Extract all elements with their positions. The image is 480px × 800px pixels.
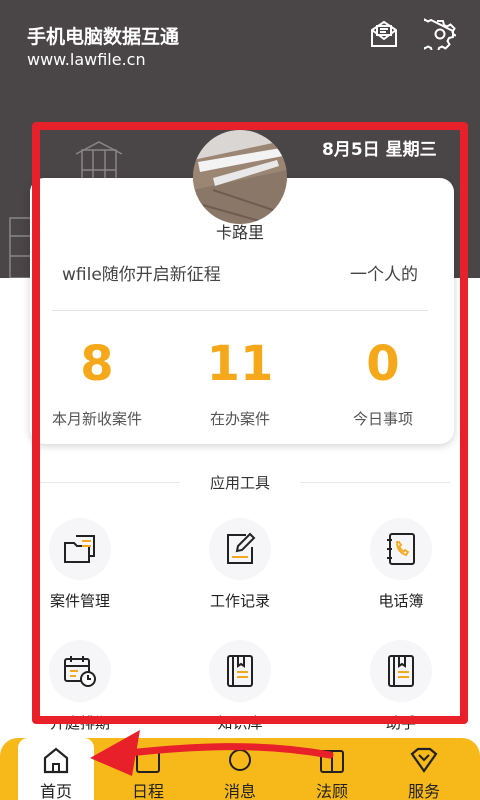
tool-hearing-schedule[interactable]: 开庭排期 — [25, 640, 135, 733]
tools-section-title: 应用工具 — [180, 472, 300, 493]
message-icon — [229, 749, 251, 771]
stat-label: 在办案件 — [209, 410, 270, 428]
tool-icon-circle — [209, 640, 271, 702]
stat-value: 0 — [366, 336, 400, 392]
service-icon — [410, 747, 438, 773]
edit-note-icon — [227, 532, 256, 564]
nav-label: 日程 — [131, 782, 164, 800]
bottom-nav: 首页 日程 消息 法顾 服务 — [0, 738, 480, 800]
header-url: www.lawfile.cn — [27, 50, 146, 69]
stat-today-items[interactable]: 0 今日事项 — [313, 336, 453, 429]
book-icon — [227, 655, 253, 687]
nav-messages[interactable]: 消息 — [202, 738, 278, 800]
stat-label: 本月新收案件 — [51, 410, 142, 428]
divider — [52, 310, 428, 311]
tool-work-log[interactable]: 工作记录 — [185, 518, 295, 611]
tool-label: 电话簿 — [378, 592, 424, 610]
tool-knowledge-base[interactable]: 知识库 — [185, 640, 295, 733]
tool-icon-circle — [49, 518, 111, 580]
marquee-text-2: 一个人的 — [350, 265, 418, 285]
nav-service[interactable]: 服务 — [386, 738, 462, 800]
calendar-clock-icon — [64, 656, 96, 687]
date-label: 8月5日 星期三 — [322, 140, 437, 160]
schedule-icon — [136, 751, 160, 773]
tool-assistant[interactable]: 助手 — [346, 640, 456, 733]
gear-icon[interactable] — [424, 18, 456, 50]
avatar[interactable] — [193, 130, 287, 224]
nav-schedule[interactable]: 日程 — [110, 738, 186, 800]
tool-label: 案件管理 — [49, 592, 110, 610]
tool-icon-circle — [370, 640, 432, 702]
tool-label: 开庭排期 — [49, 714, 110, 732]
marquee-banner: wfile随你开启新征程 一个人的 — [40, 260, 420, 288]
marquee-text-1: wfile随你开启新征程 — [62, 265, 221, 285]
tool-label: 知识库 — [217, 714, 263, 732]
folder-icon — [64, 535, 95, 563]
legal-advisor-icon — [320, 750, 344, 773]
stat-active-cases[interactable]: 11 在办案件 — [170, 336, 310, 429]
header-title: 手机电脑数据互通 — [27, 26, 180, 48]
tool-icon-circle — [49, 640, 111, 702]
nav-label: 法顾 — [315, 782, 348, 800]
assistant-book-icon — [388, 655, 414, 687]
stat-value: 8 — [80, 336, 114, 392]
home-icon — [43, 747, 69, 774]
tool-phone-book[interactable]: 电话簿 — [346, 518, 456, 611]
mail-icon[interactable] — [368, 18, 400, 50]
stat-new-cases[interactable]: 8 本月新收案件 — [27, 336, 167, 429]
nav-label: 首页 — [39, 782, 72, 800]
tool-icon-circle — [209, 518, 271, 580]
nav-label: 服务 — [407, 782, 440, 800]
nav-label: 消息 — [223, 782, 256, 800]
tool-label: 助手 — [385, 714, 416, 732]
tool-case-management[interactable]: 案件管理 — [25, 518, 135, 611]
stat-label: 今日事项 — [352, 410, 413, 428]
tool-label: 工作记录 — [209, 592, 270, 610]
nav-home[interactable]: 首页 — [18, 738, 94, 800]
stat-value: 11 — [206, 336, 274, 392]
nav-legal-advisor[interactable]: 法顾 — [294, 738, 370, 800]
user-name: 卡路里 — [215, 223, 264, 242]
tool-icon-circle — [370, 518, 432, 580]
phone-book-icon — [387, 533, 415, 565]
